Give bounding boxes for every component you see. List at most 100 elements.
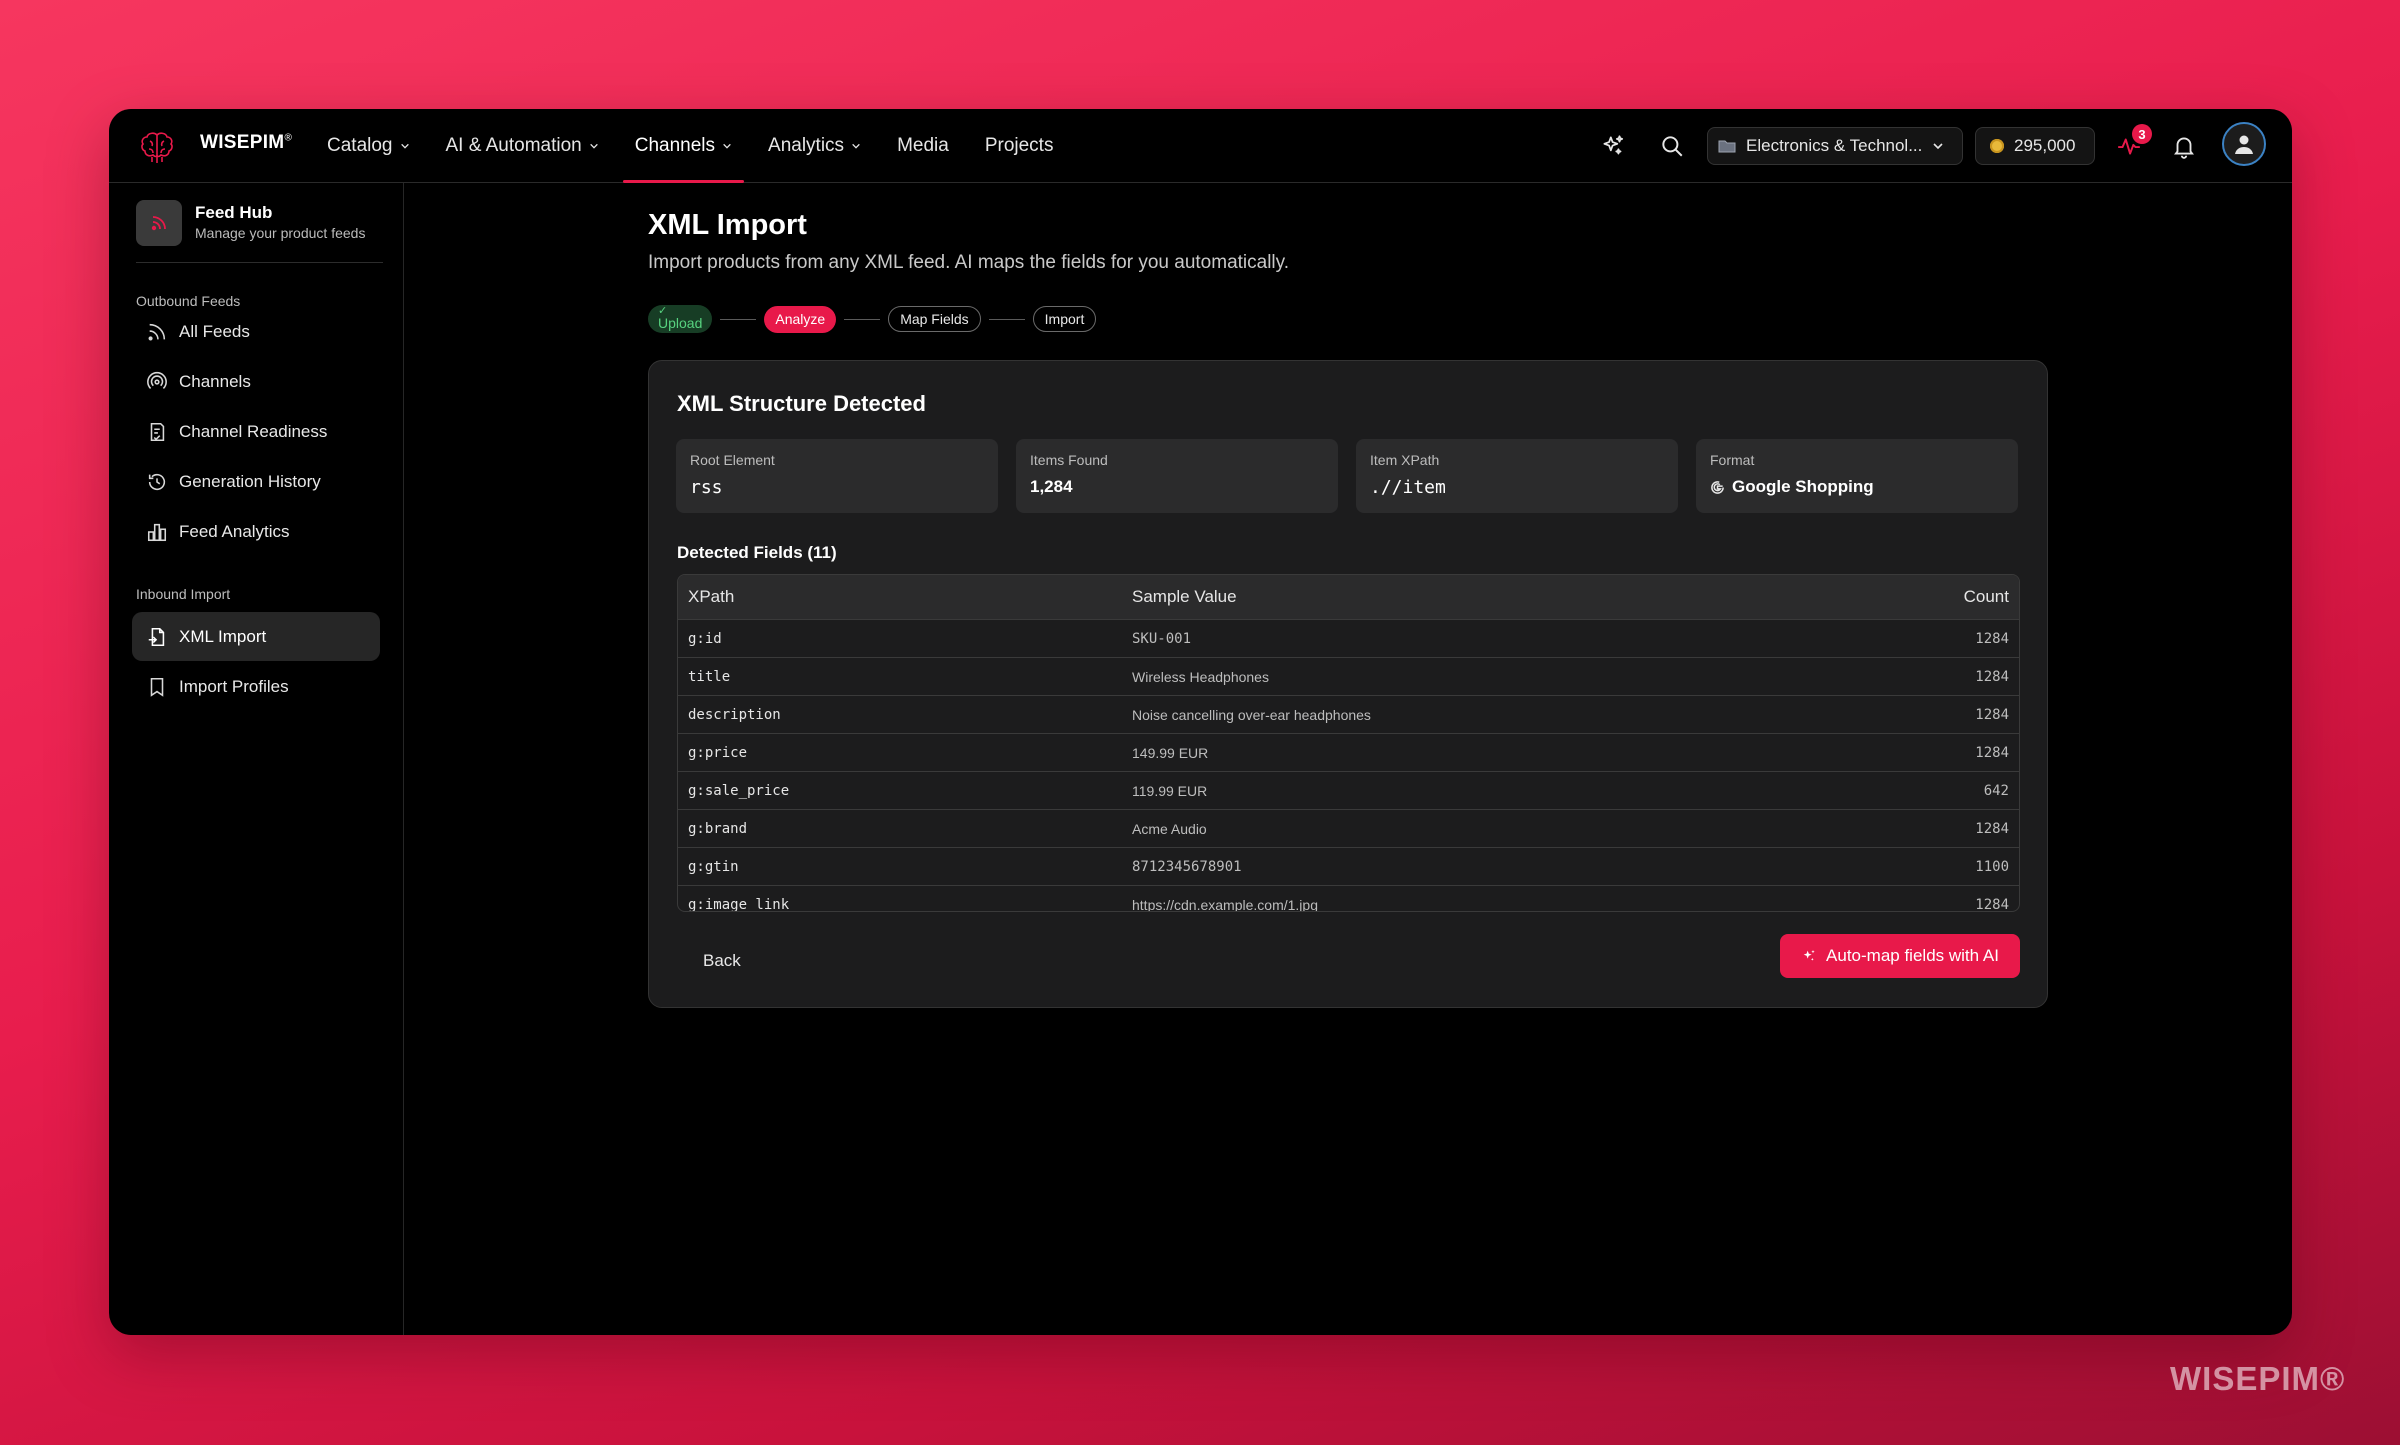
nav-label: Catalog	[327, 134, 393, 156]
nav-media[interactable]: Media	[885, 109, 961, 182]
detected-fields-heading: Detected Fields (11)	[677, 543, 837, 562]
cell-count: 1284	[1975, 706, 2009, 723]
table-row[interactable]: g:id SKU-001 1284	[678, 620, 2019, 658]
sidebar-item-label: All Feeds	[179, 321, 250, 341]
page-subtitle: Import products from any XML feed. AI ma…	[648, 252, 1290, 273]
stat-item-xpath: Item XPath .//item	[1356, 439, 1678, 513]
cell-sample-value: Noise cancelling over-ear headphones	[1132, 706, 1371, 723]
app-window: WISEPIM® Catalog AI & Automation Channels A…	[109, 109, 2292, 1335]
sidebar-item-import-profiles[interactable]: Import Profiles	[132, 662, 380, 711]
cell-count: 1284	[1975, 744, 2009, 761]
table-row[interactable]: g:brand Acme Audio 1284	[678, 810, 2019, 848]
card-title: XML Structure Detected	[677, 391, 926, 416]
col-sample-value[interactable]: Sample Value	[1131, 587, 1889, 607]
step-analyze[interactable]: Analyze	[764, 305, 837, 333]
table-row[interactable]: title Wireless Headphones 1284	[678, 658, 2019, 696]
col-count[interactable]: Count	[1889, 587, 2019, 607]
sidebar-item-xml-import[interactable]: XML Import	[132, 612, 380, 661]
step-upload[interactable]: ✓ Upload	[648, 305, 713, 333]
feed-hub-icon	[136, 200, 182, 246]
format-value: Google Shopping	[1732, 477, 1874, 496]
cell-count: 1100	[1975, 858, 2009, 875]
step-connector	[988, 318, 1025, 320]
workspace-select[interactable]: Electronics & Technol...	[1707, 127, 1963, 165]
history-icon	[148, 473, 166, 490]
folder-icon	[1718, 140, 1736, 153]
col-xpath[interactable]: XPath	[678, 587, 1131, 607]
back-button[interactable]: Back	[703, 951, 741, 971]
step-import[interactable]: Import	[1032, 306, 1097, 332]
step-connector	[844, 318, 881, 320]
sidebar-item-all-feeds[interactable]: All Feeds	[132, 307, 380, 356]
credits-balance[interactable]: 295,000	[1975, 127, 2095, 165]
coin-icon	[1990, 139, 2004, 153]
cell-xpath: g:image_link	[688, 896, 790, 912]
credits-value: 295,000	[2014, 136, 2076, 155]
nav-label: Analytics	[768, 134, 845, 156]
bookmark-icon	[150, 677, 164, 697]
stat-root-element: Root Element rss	[676, 439, 998, 513]
chevron-down-icon	[589, 143, 598, 149]
checklist-icon	[150, 422, 165, 441]
cell-sample-value: SKU-001	[1132, 630, 1192, 647]
feed-hub-subtitle: Manage your product feeds	[195, 225, 366, 241]
table-header: XPath Sample Value Count	[678, 575, 2019, 620]
cell-xpath: g:id	[688, 630, 722, 647]
cell-count: 1284	[1975, 668, 2009, 685]
feed-hub-title: Feed Hub	[195, 203, 273, 222]
chevron-down-icon	[852, 143, 860, 149]
sidebar-item-channels[interactable]: Channels	[132, 357, 380, 406]
cell-sample-value: Acme Audio	[1132, 820, 1207, 837]
stat-items-found: Items Found 1,284	[1016, 439, 1338, 513]
cell-sample-value: https://cdn.example.com/1.jpg	[1132, 896, 1318, 912]
brand-watermark: WISEPIM®	[2170, 1360, 2346, 1397]
cell-count: 1284	[1975, 630, 2009, 647]
cell-sample-value: 149.99 EUR	[1132, 744, 1209, 761]
chevron-down-icon	[1933, 143, 1943, 150]
nav-label: Media	[897, 134, 949, 156]
cell-xpath: g:sale_price	[688, 782, 790, 799]
cell-count: 1284	[1975, 820, 2009, 837]
sidebar-item-label: Import Profiles	[179, 676, 289, 696]
step-map-fields[interactable]: Map Fields	[888, 306, 981, 332]
cell-xpath: description	[688, 706, 781, 723]
nav-analytics[interactable]: Analytics	[756, 109, 873, 182]
cell-sample-value: Wireless Headphones	[1132, 668, 1269, 685]
sidebar-item-channel-readiness[interactable]: Channel Readiness	[132, 407, 380, 456]
nav-label: Projects	[984, 134, 1054, 156]
cell-xpath: g:brand	[688, 820, 748, 837]
table-row[interactable]: g:gtin 8712345678901 1100	[678, 848, 2019, 886]
nav-projects[interactable]: Projects	[973, 109, 1066, 182]
user-avatar[interactable]	[2222, 122, 2266, 166]
cell-count: 642	[1983, 782, 2009, 799]
main-nav: Catalog AI & Automation Channels Analytics M…	[315, 109, 1077, 183]
nav-channels[interactable]: Channels	[622, 109, 745, 183]
nav-ai-automation[interactable]: AI & Automation	[434, 109, 611, 182]
section-inbound-import: Inbound Import	[136, 586, 231, 602]
sparkles-icon	[1803, 950, 1815, 961]
sidebar-item-feed-analytics[interactable]: Feed Analytics	[132, 507, 380, 556]
brand-name[interactable]: WISEPIM®	[200, 132, 292, 154]
page-title: XML Import	[648, 209, 807, 241]
table-row[interactable]: g:sale_price 119.99 EUR 642	[678, 772, 2019, 810]
table-row[interactable]: g:image_link https://cdn.example.com/1.jp…	[678, 886, 2019, 912]
sparkles-ai-icon[interactable]	[1600, 133, 1626, 159]
rss-icon	[148, 323, 166, 340]
bell-icon[interactable]	[2171, 133, 2197, 159]
table-row[interactable]: description Noise cancelling over-ear hea…	[678, 696, 2019, 734]
sidebar-item-label: Channel Readiness	[179, 421, 328, 441]
brain-logo-icon[interactable]	[137, 127, 177, 167]
nav-catalog[interactable]: Catalog	[315, 109, 422, 182]
auto-map-button[interactable]: Auto-map fields with AI	[1780, 934, 2020, 978]
sidebar-item-generation-history[interactable]: Generation History	[132, 457, 380, 506]
nav-label: AI & Automation	[445, 134, 582, 156]
workspace-label: Electronics & Technol...	[1746, 136, 1923, 155]
google-icon	[1711, 480, 1724, 494]
search-icon[interactable]	[1659, 133, 1685, 159]
stat-format: Format Google Shopping	[1696, 439, 2018, 513]
table-row[interactable]: g:price 149.99 EUR 1284	[678, 734, 2019, 772]
sidebar-item-label: Generation History	[179, 471, 321, 491]
cell-count: 1284	[1975, 896, 2009, 912]
activity-badge: 3	[2132, 124, 2152, 144]
cell-xpath: g:gtin	[688, 858, 739, 875]
